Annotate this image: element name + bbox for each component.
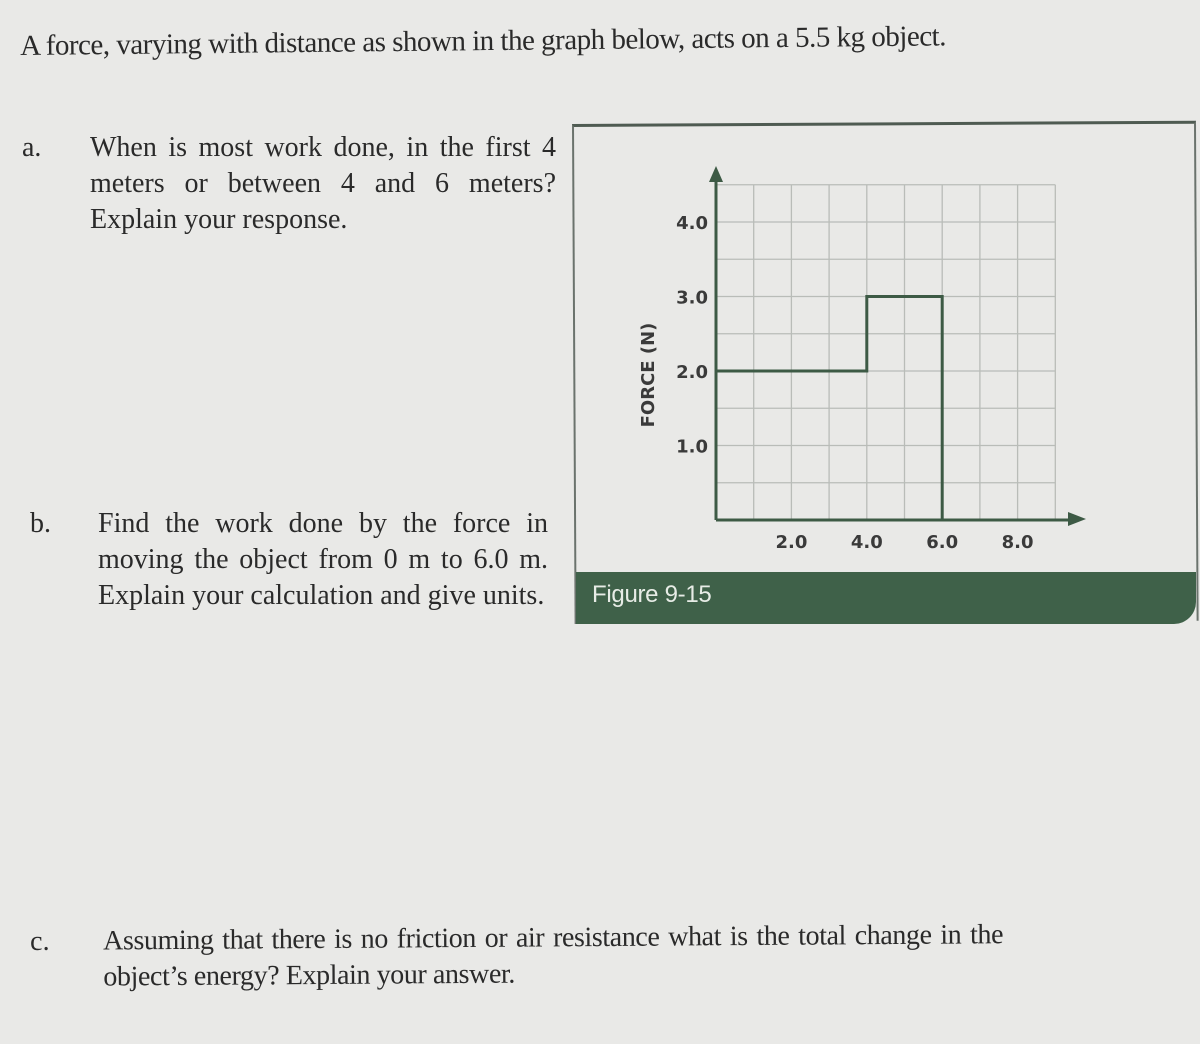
chart-labels: 2.0 4.0 6.0 8.0 1.0 2.0 3.0 4.0 FORCE (N) [638, 213, 1034, 553]
y-tick-label: 4.0 [676, 213, 708, 234]
y-tick-label: 1.0 [676, 437, 708, 458]
chart-grid [716, 184, 1056, 520]
force-distance-chart: 2.0 4.0 6.0 8.0 1.0 2.0 3.0 4.0 FORCE (N) [638, 166, 1086, 553]
x-tick-label: 4.0 [851, 532, 883, 553]
chart-axes [709, 166, 1086, 526]
x-tick-label: 8.0 [1002, 532, 1034, 553]
y-tick-label: 3.0 [676, 288, 708, 309]
y-axis-arrow-icon [709, 166, 723, 182]
x-tick-label: 6.0 [926, 532, 958, 553]
y-axis-title: FORCE (N) [638, 323, 659, 428]
x-tick-label: 2.0 [775, 532, 807, 553]
y-tick-label: 2.0 [676, 362, 708, 383]
x-axis-arrow-icon [1068, 512, 1086, 526]
